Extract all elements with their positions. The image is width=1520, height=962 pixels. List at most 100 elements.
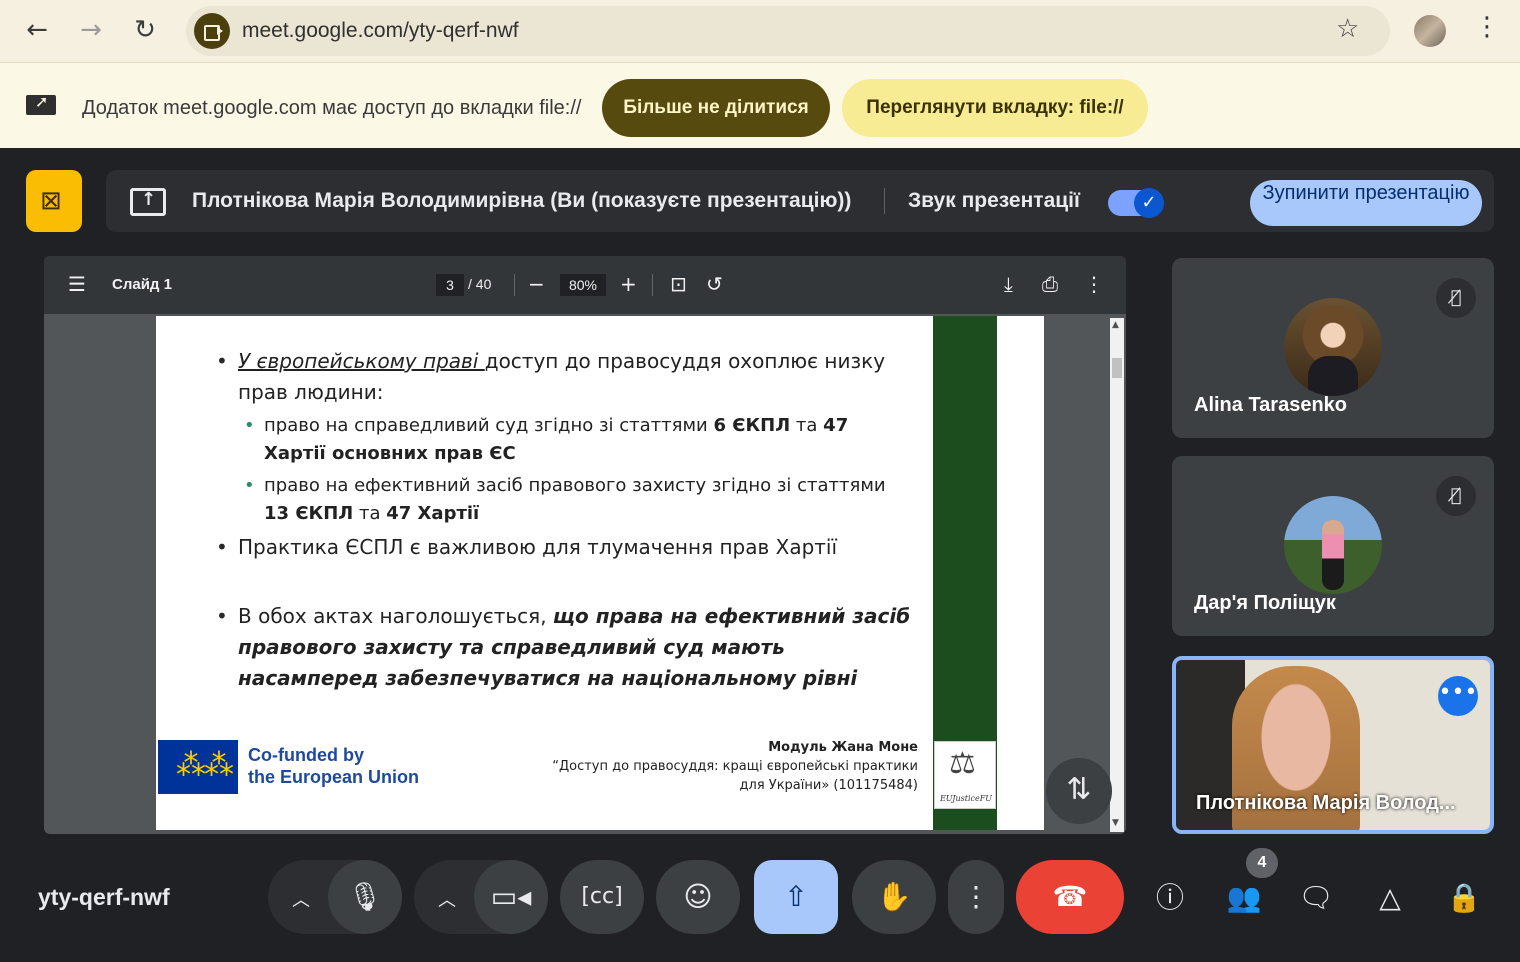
zoom-in-icon[interactable]: +	[620, 272, 637, 296]
emoji-icon: ☺	[683, 880, 713, 913]
page-number-input[interactable]: 3	[436, 274, 464, 296]
bullet1-underlined: У європейському праві	[238, 349, 485, 373]
module-line-1: “Доступ до правосуддя: кращі європейські…	[552, 759, 918, 774]
fit-page-icon[interactable]: ⊡	[670, 272, 687, 296]
more-options-icon[interactable]: ⋮	[1084, 272, 1104, 296]
url-text[interactable]: meet.google.com/yty-qerf-nwf	[242, 19, 519, 43]
camera-button[interactable]: ▭◂	[474, 860, 548, 934]
scroll-up-icon[interactable]: ▲	[1112, 320, 1119, 330]
toolbar-divider	[652, 274, 653, 296]
swap-vertical-icon: ⇅	[1066, 772, 1092, 807]
scroll-down-icon[interactable]: ▼	[1112, 818, 1119, 828]
infobar-message: Додаток meet.google.com має доступ до вк…	[82, 97, 582, 119]
participant-name: Плотнікова Марія Волод...	[1196, 792, 1456, 814]
banner-divider	[884, 188, 885, 214]
check-icon: ✓	[1134, 188, 1164, 218]
page-total: / 40	[468, 276, 492, 292]
call-end-icon: ☎	[1052, 880, 1088, 913]
sub2-mid: та	[353, 503, 387, 524]
raise-hand-button[interactable]: ✋	[852, 860, 936, 934]
presentation-audio-toggle[interactable]: ✓	[1108, 188, 1164, 218]
profile-avatar[interactable]	[1414, 15, 1446, 47]
scroll-thumb[interactable]	[1112, 358, 1122, 378]
captions-button[interactable]: [cc]	[560, 860, 644, 934]
activities-icon[interactable]: △	[1370, 878, 1410, 918]
print-icon[interactable]: ⎙	[1042, 272, 1058, 296]
reactions-button[interactable]: ☺	[656, 860, 740, 934]
module-info: Модуль Жана Моне “Доступ до правосуддя: …	[536, 738, 918, 795]
arrow-forward-icon[interactable]: →	[74, 14, 108, 48]
more-vert-icon: ⋮	[962, 880, 990, 913]
avatar	[1284, 298, 1382, 396]
rotate-icon[interactable]: ↺	[706, 272, 723, 296]
sub1-mid: та	[790, 415, 824, 436]
address-bar[interactable]: meet.google.com/yty-qerf-nwf ☆	[186, 6, 1390, 56]
mic-off-icon: 🎙̸	[1436, 476, 1476, 516]
cofunded-line-1: Co-funded by	[248, 745, 364, 765]
module-title: Модуль Жана Моне	[768, 740, 918, 755]
slide-bullet-3: В обох актах наголошується, що права на …	[216, 601, 916, 694]
presentation-banner: Плотнікова Марія Володимирівна (Ви (пока…	[106, 170, 1494, 232]
document-title: Слайд 1	[112, 276, 172, 293]
sub2-bold1: 13 ЄКПЛ	[264, 503, 354, 524]
stop-presentation-button[interactable]: Зупинити презентацію	[1250, 180, 1482, 226]
leave-call-button[interactable]: ☎	[1016, 860, 1124, 934]
stop-sharing-button[interactable]: Більше не ділитися	[602, 79, 830, 137]
slide-page: У європейському праві доступ до правосуд…	[156, 316, 1044, 830]
cofunded-text: Co-funded by the European Union	[248, 744, 419, 788]
hand-icon: ✋	[876, 880, 912, 913]
browser-menu-icon[interactable]: ⋮	[1474, 12, 1500, 42]
scales-icon: ⚖	[949, 746, 976, 781]
people-icon[interactable]: 👥	[1224, 878, 1264, 918]
zoom-input[interactable]: 80%	[560, 274, 606, 296]
chevron-up-icon[interactable]: ︿	[438, 886, 456, 912]
host-controls-icon[interactable]: 🔒	[1444, 878, 1484, 918]
reload-icon[interactable]: ↻	[128, 14, 162, 48]
tab-sharing-infobar: Додаток meet.google.com має доступ до вк…	[0, 62, 1520, 148]
participant-name: Alina Tarasenko	[1194, 394, 1348, 416]
meeting-info-icon[interactable]: ⓘ	[1150, 878, 1190, 918]
sub2-text: право на ефективний засіб правового захи…	[264, 475, 886, 496]
presenting-indicator[interactable]: ⊠	[26, 170, 82, 232]
swap-layout-button[interactable]: ⇅	[1046, 758, 1112, 824]
sub2-bold2: 47 Хартії	[386, 503, 480, 524]
bullet3-lead: В обох актах наголошується,	[238, 604, 553, 628]
justice-logo: ⚖ EUJusticeFU	[934, 741, 996, 809]
chevron-up-icon[interactable]: ︿	[292, 886, 310, 912]
sub1-bold1: 6 ЄКПЛ	[713, 415, 791, 436]
people-count-badge: 4	[1246, 848, 1278, 878]
slide-footer: ⁂⁂ Co-funded by the European Union Модуль…	[156, 736, 1044, 830]
present-screen-icon	[130, 188, 166, 216]
more-options-button[interactable]: •••	[1438, 676, 1478, 716]
slide-subbullet-1: право на справедливий суд згідно зі стат…	[238, 412, 916, 468]
view-tab-button[interactable]: Переглянути вкладку: file://	[842, 79, 1148, 137]
participant-name: Дар'я Поліщук	[1194, 592, 1336, 614]
pdf-viewer: ☰ Слайд 1 3 / 40 − 80% + ⊡ ↺ ⤓ ⎙ ⋮ У євр…	[44, 256, 1126, 834]
participant-tile[interactable]: 🎙̸ Alina Tarasenko	[1172, 258, 1494, 438]
mic-off-icon: 🎙̸	[1436, 278, 1476, 318]
present-now-button[interactable]: ⇧	[754, 860, 838, 934]
microphone-button[interactable]: 🎙	[328, 860, 402, 934]
bookmark-star-icon[interactable]: ☆	[1336, 14, 1359, 44]
pdf-scrollbar[interactable]: ▲ ▼	[1110, 318, 1124, 832]
screen-share-icon	[26, 92, 56, 115]
meet-site-icon[interactable]	[194, 13, 230, 49]
self-video-tile[interactable]: ••• Плотнікова Марія Волод...	[1172, 656, 1494, 834]
participant-tile[interactable]: 🎙̸ Дар'я Поліщук	[1172, 456, 1494, 636]
slide-bullet-1: У європейському праві доступ до правосуд…	[216, 346, 916, 408]
slide-bullet-2: Практика ЄСПЛ є важливою для тлумачення …	[216, 532, 916, 563]
pdf-toolbar: ☰ Слайд 1 3 / 40 − 80% + ⊡ ↺ ⤓ ⎙ ⋮	[44, 256, 1126, 314]
menu-icon[interactable]: ☰	[68, 272, 86, 296]
slide-content: У європейському праві доступ до правосуд…	[216, 346, 916, 698]
more-actions-button[interactable]: ⋮	[948, 860, 1004, 934]
eu-flag-icon: ⁂⁂	[158, 740, 238, 794]
present-screen-icon: ⇧	[784, 880, 808, 913]
chat-icon[interactable]: 🗨	[1296, 878, 1336, 918]
closed-captions-icon: [cc]	[581, 884, 623, 909]
zoom-out-icon[interactable]: −	[528, 272, 545, 296]
presentation-audio-label: Звук презентації	[908, 189, 1080, 212]
presenter-name: Плотнікова Марія Володимирівна (Ви (пока…	[192, 189, 852, 212]
arrow-back-icon[interactable]: ←	[20, 14, 54, 48]
meeting-code: yty-qerf-nwf	[38, 884, 170, 910]
download-icon[interactable]: ⤓	[1004, 272, 1013, 296]
